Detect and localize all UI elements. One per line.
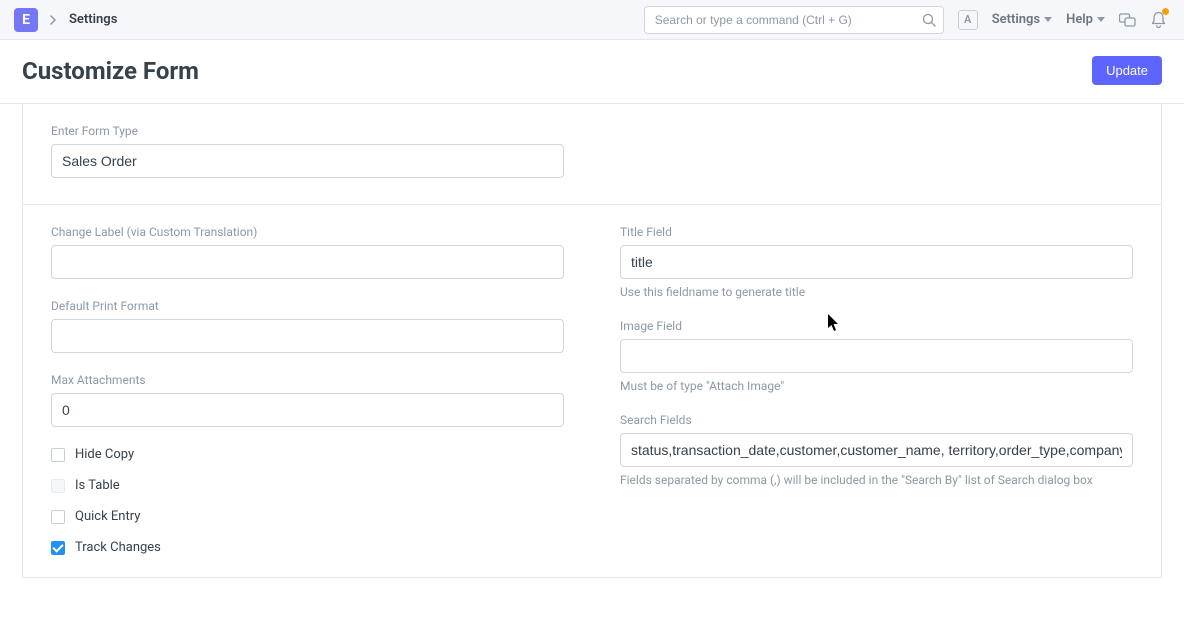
notifications-icon[interactable] [1151, 11, 1166, 28]
change-label-input[interactable] [51, 245, 564, 279]
notification-dot [1162, 8, 1169, 15]
navbar-left: E Settings [14, 8, 117, 32]
track-changes-checkbox[interactable]: Track Changes [51, 540, 564, 555]
default-print-format-label: Default Print Format [51, 299, 564, 313]
title-field-help: Use this fieldname to generate title [620, 285, 1133, 299]
search-icon [922, 13, 936, 27]
update-button[interactable]: Update [1092, 56, 1162, 85]
checkbox-icon [51, 479, 65, 493]
track-changes-label: Track Changes [75, 540, 161, 555]
chevron-down-icon [1044, 17, 1052, 22]
checkbox-icon [51, 448, 65, 462]
user-avatar[interactable]: A [958, 10, 978, 30]
nav-help-label: Help [1066, 12, 1093, 27]
section-form-settings: Change Label (via Custom Translation) De… [22, 205, 1162, 578]
navbar-right: A Settings Help [644, 6, 1166, 34]
nav-settings-dropdown[interactable]: Settings [992, 12, 1052, 27]
global-search [644, 6, 944, 34]
checkbox-icon [51, 510, 65, 524]
form-body: Enter Form Type Change Label (via Custom… [0, 104, 1184, 618]
page-header: Customize Form Update [0, 40, 1184, 104]
quick-entry-label: Quick Entry [75, 509, 140, 524]
hide-copy-label: Hide Copy [75, 447, 134, 462]
settings-left-column: Change Label (via Custom Translation) De… [51, 225, 564, 555]
form-type-input[interactable] [51, 144, 564, 178]
search-fields-label: Search Fields [620, 413, 1133, 427]
breadcrumb-settings[interactable]: Settings [69, 12, 117, 27]
form-type-label: Enter Form Type [51, 124, 564, 138]
title-field-label: Title Field [620, 225, 1133, 239]
image-field-input[interactable] [620, 339, 1133, 373]
breadcrumb-separator [48, 15, 59, 25]
is-table-label: Is Table [75, 478, 120, 493]
image-field-help: Must be of type "Attach Image" [620, 379, 1133, 393]
chevron-down-icon [1097, 17, 1105, 22]
change-label-label: Change Label (via Custom Translation) [51, 225, 564, 239]
section-form-type: Enter Form Type [22, 104, 1162, 205]
nav-settings-label: Settings [992, 12, 1040, 27]
checkbox-icon [51, 541, 65, 555]
chat-icon[interactable] [1119, 12, 1137, 28]
max-attachments-label: Max Attachments [51, 373, 564, 387]
title-field-input[interactable] [620, 245, 1133, 279]
top-navbar: E Settings A Settings Help [0, 0, 1184, 40]
page-title: Customize Form [22, 57, 199, 85]
search-fields-input[interactable] [620, 433, 1133, 467]
image-field-label: Image Field [620, 319, 1133, 333]
is-table-checkbox[interactable]: Is Table [51, 478, 564, 493]
app-logo[interactable]: E [14, 8, 38, 32]
nav-help-dropdown[interactable]: Help [1066, 12, 1105, 27]
settings-right-column: Title Field Use this fieldname to genera… [620, 225, 1133, 555]
default-print-format-input[interactable] [51, 319, 564, 353]
hide-copy-checkbox[interactable]: Hide Copy [51, 447, 564, 462]
quick-entry-checkbox[interactable]: Quick Entry [51, 509, 564, 524]
search-fields-help: Fields separated by comma (,) will be in… [620, 473, 1133, 487]
max-attachments-input[interactable] [51, 393, 564, 427]
search-input[interactable] [644, 6, 944, 34]
